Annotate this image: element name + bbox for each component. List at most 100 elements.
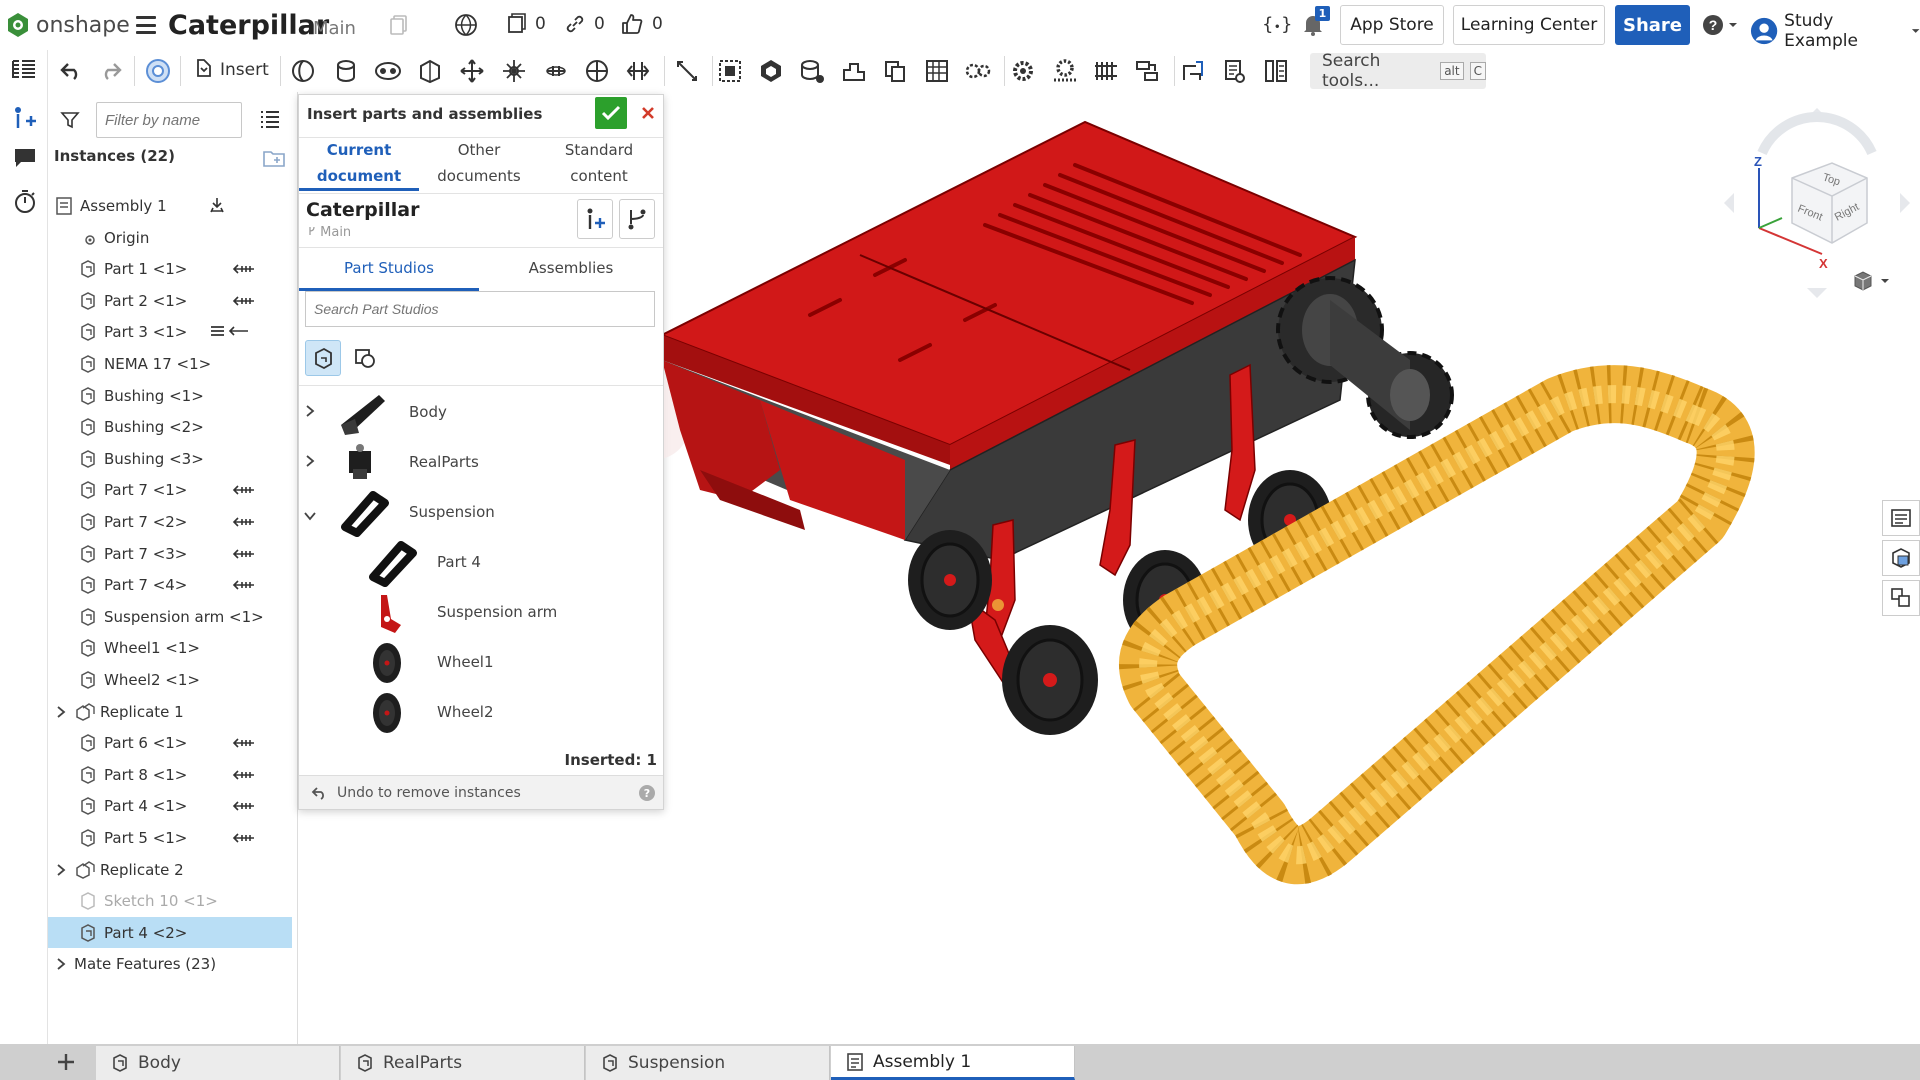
filter-parts-button[interactable] [305,340,341,376]
planar-mate-icon[interactable] [457,56,487,86]
tree-row[interactable]: Part 5 <1> [48,822,292,853]
add-mate-icon[interactable] [12,104,38,134]
insert-button[interactable]: Insert [194,58,269,82]
variable-icon[interactable]: {​∙} [1262,14,1292,35]
search-tools[interactable]: Search tools... alt C [1310,51,1486,91]
confirm-button[interactable] [595,97,627,129]
replicate-icon[interactable] [756,56,786,86]
user-menu[interactable]: Study Example [1750,11,1920,51]
animation-icon[interactable] [12,188,38,218]
tree-row[interactable]: Sketch 10 <1> [48,885,292,916]
tree-row[interactable]: Assembly 1 [48,190,292,221]
version-graph-button[interactable] [619,199,655,239]
undo-icon[interactable] [56,56,86,86]
close-button[interactable] [635,97,661,129]
measure-icon[interactable] [1178,56,1208,86]
mate-connector-icon[interactable] [672,56,702,86]
tree-row[interactable]: Wheel2 <1> [48,664,292,695]
tree-row[interactable]: Bushing <3> [48,443,292,474]
ball-mate-icon[interactable] [499,56,529,86]
width-mate-icon[interactable] [623,56,653,86]
part-studio-item[interactable]: Part 4 [299,539,663,587]
insert-options-button[interactable] [577,199,613,239]
new-folder-icon[interactable] [262,148,286,172]
tab-current-document[interactable]: Current document [299,137,419,191]
chevron-right-icon[interactable] [56,957,66,975]
links-counter[interactable]: 0 [564,13,605,35]
tree-row[interactable]: Part 8 <1> [48,759,292,790]
tree-row[interactable]: Part 7 <4> [48,569,292,600]
tree-row[interactable]: Part 7 <2> [48,506,292,537]
app-store-button[interactable]: App Store [1340,5,1444,45]
chevron-right-icon[interactable] [305,454,315,472]
parallel-mate-icon[interactable] [582,56,612,86]
help-icon[interactable]: ? [639,785,655,801]
tab-other-documents[interactable]: Other documents [419,137,539,191]
settings-gear-icon[interactable] [1008,56,1038,86]
search-part-studios-input[interactable] [305,291,655,327]
filter-by-name-input[interactable] [96,102,242,138]
part-studio-item[interactable]: Wheel1 [299,639,663,685]
graphics-area[interactable] [664,92,1882,1044]
tab-standard-content[interactable]: Standard content [539,137,659,191]
tab-suspension[interactable]: Suspension [586,1046,830,1080]
cylindrical-mate-icon[interactable] [415,56,445,86]
view-mode-menu[interactable] [1852,270,1890,292]
document-title[interactable]: Caterpillar [168,10,329,41]
copy-document-icon[interactable] [388,14,410,40]
globe-icon[interactable] [454,13,478,41]
linear-pattern-icon[interactable] [839,56,869,86]
learning-center-button[interactable]: Learning Center [1453,5,1605,45]
linear-relation-icon[interactable] [1132,56,1162,86]
chevron-right-icon[interactable] [305,404,315,422]
tree-row[interactable]: Part 3 <1> [48,316,292,347]
tree-row[interactable]: Mate Features (23) [48,948,292,979]
tree-row[interactable]: Part 7 <1> [48,474,292,505]
tree-row[interactable]: Part 1 <1> [48,253,292,284]
chevron-down-icon[interactable] [303,507,317,525]
revolute-mate-icon[interactable] [331,56,361,86]
pin-slot-mate-icon[interactable] [541,56,571,86]
redo-icon[interactable] [96,56,126,86]
tree-row[interactable]: Part 6 <1> [48,727,292,758]
tree-row[interactable]: Suspension arm <1> [48,601,292,632]
tree-row[interactable]: Replicate 2 [48,854,292,885]
tab-body[interactable]: Body [96,1046,340,1080]
feature-list-icon[interactable] [10,58,38,88]
undo-remove-instances[interactable]: Undo to remove instances ? [299,775,663,809]
gear-relation-icon[interactable] [963,56,993,86]
tree-row[interactable]: Wheel1 <1> [48,632,292,663]
part-studio-item[interactable]: Wheel2 [299,689,663,735]
chevron-right-icon[interactable] [56,705,66,723]
appearance-panel-button[interactable] [1882,540,1920,576]
mirror-icon[interactable] [922,56,952,86]
circular-pattern-icon[interactable] [880,56,910,86]
likes-counter[interactable]: 0 [620,12,663,36]
part-studio-item[interactable]: RealParts [299,439,663,485]
tree-row[interactable]: Part 2 <1> [48,285,292,316]
tab-assembly-1[interactable]: Assembly 1 [831,1046,1075,1080]
part-studio-item[interactable]: Suspension [299,489,663,537]
filter-surfaces-button[interactable] [347,340,383,376]
body-model[interactable] [664,120,1358,561]
list-options-icon[interactable] [260,110,280,132]
configurations-panel-button[interactable] [1882,580,1920,616]
explode-view-icon[interactable] [1261,56,1291,86]
tree-row[interactable]: Part 4 <1> [48,790,292,821]
tab-realparts[interactable]: RealParts [341,1046,585,1080]
section-view-icon[interactable] [1219,56,1249,86]
tree-row[interactable]: Origin [48,222,292,253]
properties-panel-button[interactable] [1882,500,1920,536]
fastened-mate-icon[interactable] [288,56,318,86]
chevron-right-icon[interactable] [56,863,66,881]
tree-row[interactable]: Part 4 <2> [48,916,292,948]
tree-row[interactable]: NEMA 17 <1> [48,348,292,379]
onshape-logo[interactable]: onshape [6,12,130,38]
tab-part-studios[interactable]: Part Studios [299,251,479,291]
rack-pinion-icon[interactable] [1050,56,1080,86]
tree-row[interactable]: Bushing <1> [48,380,292,411]
part-studio-item[interactable]: Suspension arm [299,589,663,635]
filter-icon[interactable] [60,110,80,134]
standard-content-icon[interactable] [143,56,173,86]
part-studio-item[interactable]: Body [299,389,663,435]
